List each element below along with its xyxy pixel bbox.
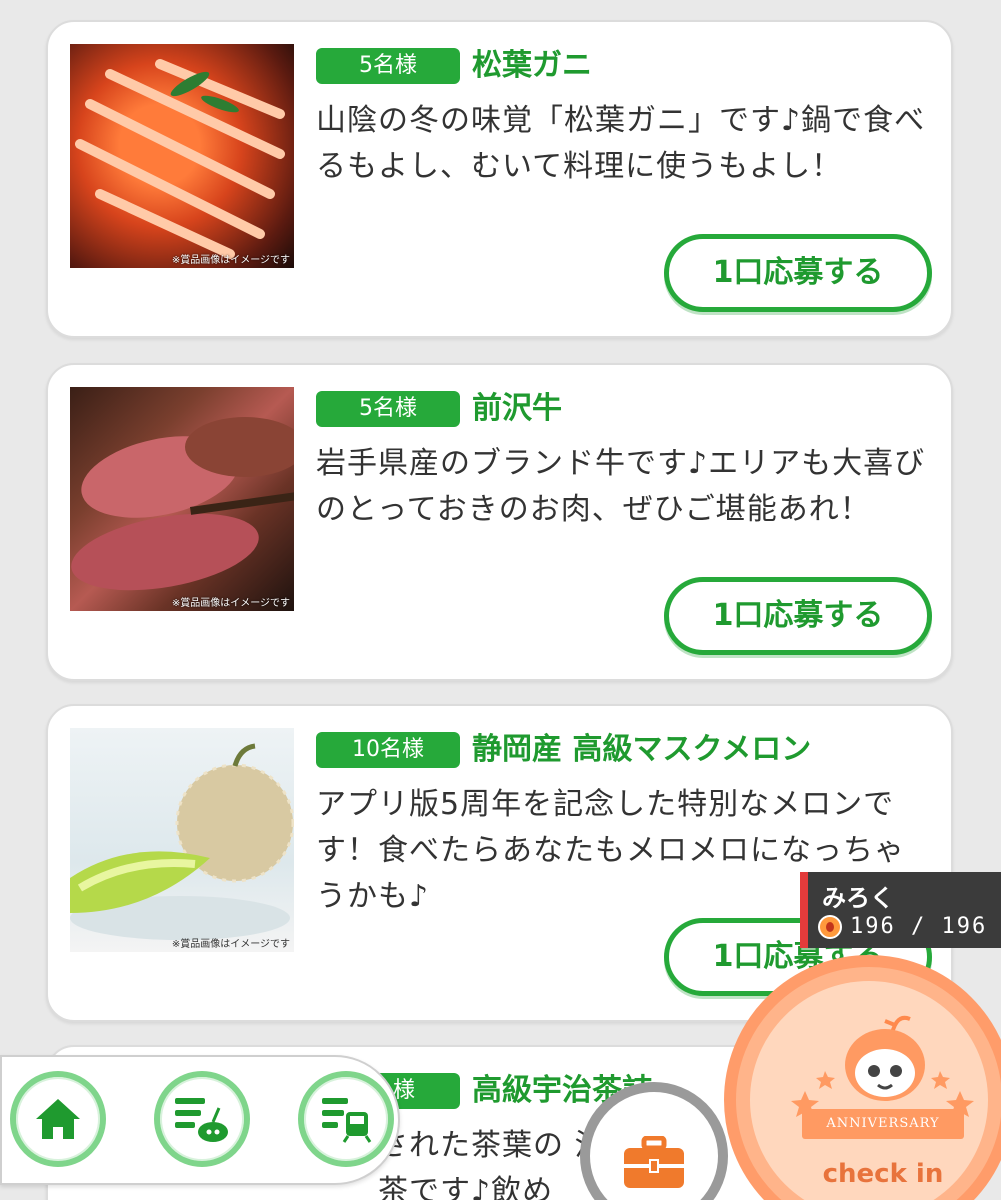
prize-card: ※賞品画像はイメージです 5名様 前沢牛 岩手県産のブランド牛です♪エリアも大喜… — [46, 363, 953, 681]
quantity-badge: 10名様 — [316, 732, 460, 768]
prize-description: 山陰の冬の味覚「松葉ガニ」です♪鍋で食べるもよし、むいて料理に使うもよし！ — [316, 103, 926, 184]
crab-illustration — [75, 59, 285, 259]
train-list-icon — [322, 1098, 372, 1143]
prize-card: ※賞品画像はイメージです 5名様 松葉ガニ 山陰の冬の味覚「松葉ガニ」です♪鍋で… — [46, 20, 953, 338]
melon-illustration — [70, 743, 294, 940]
check-in-label: check in — [822, 1159, 944, 1189]
prize-title: 前沢牛 — [472, 391, 562, 426]
quantity-badge: 5名様 — [316, 48, 460, 84]
apply-button[interactable]: 1口応募する — [664, 577, 932, 655]
hp-row: 196 / 196 — [818, 914, 987, 939]
train-list-button[interactable] — [298, 1071, 394, 1167]
user-status-panel: みろく 196 / 196 — [800, 872, 1001, 948]
quantity-badge: 5名様 — [316, 391, 460, 427]
hp-value: 196 / 196 — [850, 914, 988, 939]
prize-description: 岩手県産のブランド牛です♪エリアも大喜びのとっておきのお肉、ぜひご堪能あれ！ — [316, 446, 926, 527]
home-icon — [36, 1099, 80, 1139]
prize-image: ※賞品画像はイメージです — [70, 44, 294, 268]
prize-image: ※賞品画像はイメージです — [70, 387, 294, 611]
apply-button[interactable]: 1口応募する — [664, 234, 932, 312]
briefcase-icon — [624, 1136, 684, 1188]
prize-title: 静岡産 高級マスクメロン — [472, 732, 812, 767]
image-note: ※賞品画像はイメージです — [171, 598, 290, 609]
anniversary-ribbon: ANNIVERSARY — [802, 1109, 964, 1139]
check-in-face: ANNIVERSARY check in — [750, 981, 988, 1200]
stamina-icon — [818, 914, 842, 939]
prize-title: 松葉ガニ — [472, 48, 592, 83]
bottom-navigation — [0, 1055, 400, 1185]
image-note: ※賞品画像はイメージです — [171, 255, 290, 266]
user-name: みろく — [822, 884, 894, 912]
home-button[interactable] — [10, 1071, 106, 1167]
steak-illustration — [71, 417, 294, 591]
prize-image: ※賞品画像はイメージです — [70, 728, 294, 952]
check-in-button[interactable]: ANNIVERSARY check in — [724, 955, 1001, 1200]
quest-list-button[interactable] — [154, 1071, 250, 1167]
image-note: ※賞品画像はイメージです — [171, 939, 290, 950]
quest-list-icon — [175, 1098, 228, 1142]
